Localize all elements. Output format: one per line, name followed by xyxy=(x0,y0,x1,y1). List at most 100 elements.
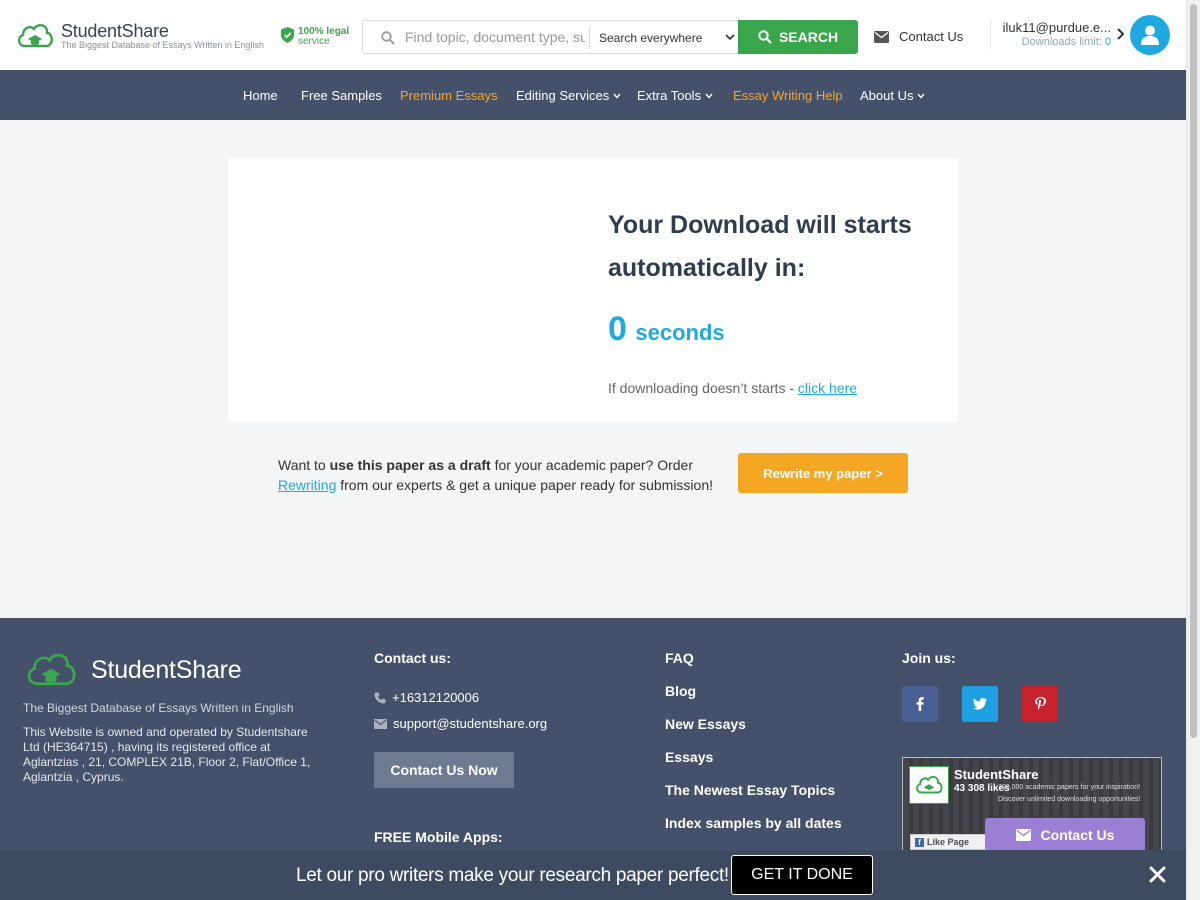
cloud-logo-icon xyxy=(916,775,943,794)
floating-contact-button[interactable]: Contact Us xyxy=(985,818,1145,852)
contact-heading: Contact us: xyxy=(374,650,451,666)
envelope-icon xyxy=(1015,829,1031,841)
like-page-label: Like Page xyxy=(927,837,970,847)
chevron-down-icon xyxy=(917,93,926,99)
promo-text-post: from our experts & get a unique paper re… xyxy=(336,477,713,493)
header-divider xyxy=(990,19,991,49)
search-divider xyxy=(589,27,590,49)
nav-about-us-label: About Us xyxy=(860,88,914,103)
footer-link-blog[interactable]: Blog xyxy=(665,683,696,699)
footer-link-new-essays[interactable]: New Essays xyxy=(665,716,746,732)
pinterest-icon xyxy=(1034,697,1046,710)
widget-description-2: Discover unlimited downloading opportuni… xyxy=(998,796,1141,803)
floating-contact-label: Contact Us xyxy=(1040,827,1115,843)
contact-us-label: Contact Us xyxy=(899,29,964,44)
search-scope-select[interactable]: Search everywhere xyxy=(599,31,702,45)
download-title: Your Download will starts automatically … xyxy=(608,211,912,282)
search-button[interactable]: SEARCH xyxy=(738,20,858,54)
user-account[interactable]: iluk11@purdue.e... Downloads limit: 0 xyxy=(1001,20,1111,49)
user-email: iluk11@purdue.e... xyxy=(1002,20,1111,35)
top-header: StudentShare The Biggest Database of Ess… xyxy=(0,0,1186,70)
user-avatar[interactable] xyxy=(1130,15,1170,55)
footer-logo[interactable]: StudentShare xyxy=(23,648,242,692)
twitter-button[interactable] xyxy=(962,686,998,722)
search-icon xyxy=(381,31,395,45)
site-logo[interactable]: StudentShare The Biggest Database of Ess… xyxy=(15,20,264,52)
widget-description-1: 300,000 academic papers for your inspira… xyxy=(998,784,1141,791)
nav-essay-writing-help[interactable]: Essay Writing Help xyxy=(733,88,843,103)
contact-us-link[interactable]: Contact Us xyxy=(874,29,963,44)
widget-logo xyxy=(909,766,949,804)
facebook-icon xyxy=(916,697,924,711)
footer-tagline: The Biggest Database of Essays Written i… xyxy=(23,701,294,715)
chevron-down-icon xyxy=(705,93,713,99)
envelope-icon xyxy=(374,718,387,729)
downloads-limit: Downloads limit: 0 xyxy=(1001,35,1111,49)
page-scrollbar[interactable] xyxy=(1186,0,1200,900)
logo-tagline: The Biggest Database of Essays Written i… xyxy=(61,39,264,50)
search-input[interactable] xyxy=(403,26,587,48)
join-heading: Join us: xyxy=(902,650,956,666)
pinterest-button[interactable] xyxy=(1022,686,1058,722)
footer-link-newest-topics[interactable]: The Newest Essay Topics xyxy=(665,782,835,798)
scrollbar-thumb[interactable] xyxy=(1190,4,1197,738)
chevron-down-icon[interactable] xyxy=(725,30,735,44)
chevron-down-icon xyxy=(613,93,621,99)
countdown: 0 seconds xyxy=(608,310,725,349)
footer-about: This Website is owned and operated by St… xyxy=(23,725,311,784)
promo-text-pre: Want to xyxy=(278,457,330,473)
logo-name: StudentShare xyxy=(61,20,169,41)
legal-badge: 100% legal service xyxy=(281,27,349,47)
nav-extra-tools-label: Extra Tools xyxy=(637,88,702,103)
countdown-value: 0 xyxy=(608,310,627,348)
countdown-unit: seconds xyxy=(635,320,725,345)
promo-text-bold: use this paper as a draft xyxy=(329,457,491,473)
chevron-right-icon[interactable] xyxy=(1116,28,1126,40)
footer-phone-number: +16312120006 xyxy=(392,690,480,705)
search-icon xyxy=(758,30,772,44)
footer-link-index-samples[interactable]: Index samples by all dates xyxy=(665,815,842,831)
rewrite-my-paper-button[interactable]: Rewrite my paper > xyxy=(738,453,908,493)
download-card: Your Download will starts automatically … xyxy=(228,158,958,422)
cloud-logo-icon xyxy=(17,24,53,48)
footer-link-essays[interactable]: Essays xyxy=(665,749,713,765)
get-it-done-button[interactable]: GET IT DONE xyxy=(731,855,873,895)
rewrite-promo: Want to use this paper as a draft for yo… xyxy=(278,455,728,495)
downloads-limit-label: Downloads limit: xyxy=(1021,36,1102,48)
facebook-icon: f xyxy=(915,837,924,847)
promo-banner: Let our pro writers make your research p… xyxy=(0,850,1186,900)
footer-email[interactable]: support@studentshare.org xyxy=(374,716,547,731)
legal-line2: service xyxy=(298,36,330,47)
user-icon xyxy=(1141,25,1159,45)
rewriting-link[interactable]: Rewriting xyxy=(278,477,336,493)
envelope-icon xyxy=(874,30,889,43)
facebook-button[interactable] xyxy=(902,686,938,722)
downloads-limit-value: 0 xyxy=(1104,36,1111,48)
promo-text-mid: for your academic paper? Order xyxy=(490,457,694,473)
shield-check-icon xyxy=(281,27,294,43)
contact-us-now-button[interactable]: Contact Us Now xyxy=(374,752,514,788)
nav-home[interactable]: Home xyxy=(243,88,278,103)
like-page-button[interactable]: f Like Page xyxy=(910,834,988,850)
search-button-label: SEARCH xyxy=(778,29,839,45)
nav-editing-services-label: Editing Services xyxy=(516,88,610,103)
footer-phone[interactable]: +16312120006 xyxy=(374,690,479,705)
nav-premium-essays[interactable]: Premium Essays xyxy=(400,88,498,103)
phone-icon xyxy=(374,692,386,703)
footer-link-faq[interactable]: FAQ xyxy=(665,650,694,666)
mobile-apps-heading: FREE Mobile Apps: xyxy=(374,829,503,845)
nav-free-samples[interactable]: Free Samples xyxy=(301,88,382,103)
main-navigation: Home Free Samples Premium Essays Editing… xyxy=(0,70,1186,120)
nav-extra-tools[interactable]: Extra Tools xyxy=(637,88,713,103)
nav-editing-services[interactable]: Editing Services xyxy=(516,88,621,103)
footer-email-address: support@studentshare.org xyxy=(393,716,548,731)
download-fallback-text: If downloading doesn’t starts - xyxy=(608,380,798,396)
footer-logo-name: StudentShare xyxy=(91,655,242,684)
close-icon[interactable] xyxy=(1149,866,1166,883)
download-fallback: If downloading doesn’t starts - click he… xyxy=(608,380,857,396)
click-here-link[interactable]: click here xyxy=(798,380,857,396)
twitter-icon xyxy=(973,698,987,710)
widget-page-name: StudentShare xyxy=(954,767,1039,782)
nav-about-us[interactable]: About Us xyxy=(860,88,926,103)
cloud-logo-icon xyxy=(27,653,76,686)
